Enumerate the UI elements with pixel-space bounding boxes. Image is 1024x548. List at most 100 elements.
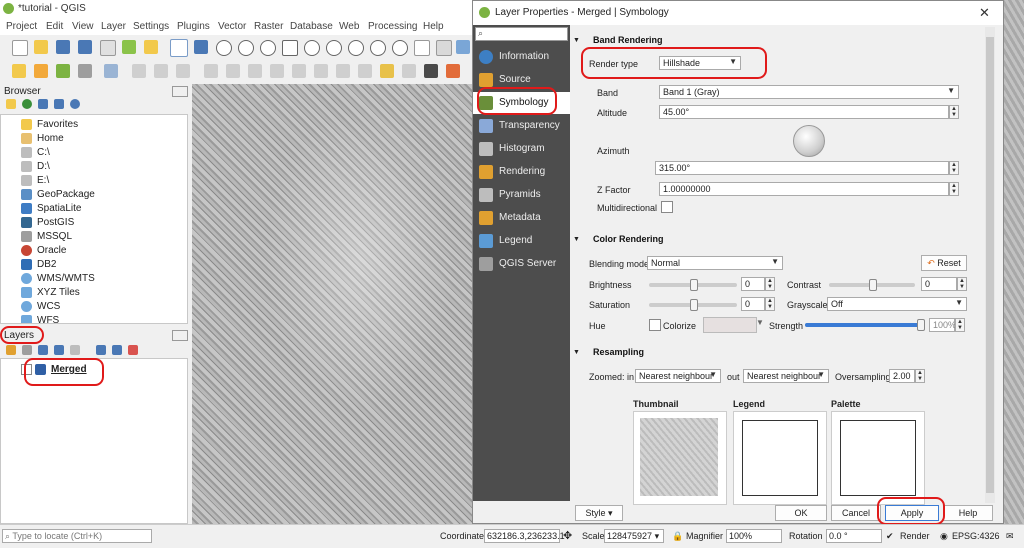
zfactor-input[interactable]: 1.00000000 (659, 182, 949, 196)
add-feature-icon[interactable] (176, 64, 190, 78)
save-as-icon[interactable] (78, 40, 92, 54)
coordinate-toggle-icon[interactable]: ✥ (563, 529, 572, 542)
menu-vector[interactable]: Vector (218, 21, 246, 32)
add-layer-icon[interactable] (34, 64, 48, 78)
new-layout-icon[interactable] (100, 40, 116, 56)
save-edits-icon[interactable] (154, 64, 168, 78)
move-feature-icon[interactable] (226, 64, 240, 78)
scrollbar-thumb[interactable] (986, 37, 994, 493)
azimuth-dial[interactable] (793, 125, 825, 157)
browser-item-wfs[interactable]: WFS (37, 315, 59, 323)
filter-expression-icon[interactable] (70, 345, 80, 355)
open-project-icon[interactable] (34, 40, 48, 54)
oversampling-spinner[interactable]: ▲ ▼ (915, 369, 925, 383)
sidebar-search-input[interactable]: ⌕ (475, 27, 568, 41)
content-scrollbar[interactable] (985, 27, 995, 503)
vector-layer-icon[interactable] (56, 64, 70, 78)
strength-input[interactable]: 100% (929, 318, 956, 332)
zoom-native-icon[interactable] (348, 40, 364, 56)
label-icon[interactable] (380, 64, 394, 78)
multidirectional-checkbox[interactable] (661, 201, 673, 213)
nav-metadata[interactable]: Metadata (473, 207, 570, 229)
nav-qgis-server[interactable]: QGIS Server (473, 253, 570, 275)
copy-icon[interactable] (292, 64, 306, 78)
collapse-all-layers-icon[interactable] (112, 345, 122, 355)
collapse-arrow-icon[interactable]: ▼ (573, 349, 580, 356)
browser-item-mssql[interactable]: MSSQL (37, 231, 72, 242)
layer-style-icon[interactable] (6, 345, 16, 355)
menu-edit[interactable]: Edit (46, 21, 63, 32)
menu-settings[interactable]: Settings (133, 21, 169, 32)
raster-calc-icon[interactable] (78, 64, 92, 78)
menu-help[interactable]: Help (423, 21, 444, 32)
saturation-slider[interactable] (649, 299, 737, 311)
cut-icon[interactable] (270, 64, 284, 78)
add-group-icon[interactable] (22, 345, 32, 355)
zoom-in-icon[interactable] (216, 40, 232, 56)
browser-item-oracle[interactable]: Oracle (37, 245, 66, 256)
blending-mode-select[interactable]: Normal ▼ (647, 256, 783, 270)
paste-icon[interactable] (314, 64, 328, 78)
brightness-input[interactable]: 0 (741, 277, 765, 291)
new-map-view-icon[interactable] (414, 40, 430, 56)
panel-float-icon[interactable] (172, 86, 188, 97)
collapse-all-icon[interactable] (54, 99, 64, 109)
strength-slider[interactable] (805, 319, 925, 331)
zoom-out-icon[interactable] (238, 40, 254, 56)
menu-web[interactable]: Web (339, 21, 359, 32)
help-button[interactable]: Help (943, 505, 993, 521)
refresh-browser-icon[interactable] (22, 99, 32, 109)
browser-item-xyz[interactable]: XYZ Tiles (37, 287, 80, 298)
render-label[interactable]: Render (900, 531, 930, 541)
pan-hand-icon[interactable] (170, 39, 188, 57)
menu-project[interactable]: Project (6, 21, 37, 32)
ok-button[interactable]: OK (775, 505, 827, 521)
zoom-selection-icon[interactable] (304, 40, 320, 56)
menu-processing[interactable]: Processing (368, 21, 417, 32)
altitude-input[interactable]: 45.00° (659, 105, 949, 119)
menu-raster[interactable]: Raster (254, 21, 283, 32)
new-project-icon[interactable] (12, 40, 28, 56)
saturation-spinner[interactable]: ▲ ▼ (765, 297, 775, 311)
zoomed-in-select[interactable]: Nearest neighbour ▼ (635, 369, 721, 383)
zoom-layer-icon[interactable] (326, 40, 342, 56)
brightness-slider-handle[interactable] (690, 279, 698, 291)
data-source-icon[interactable] (12, 64, 26, 78)
style-button[interactable]: Style ▾ (575, 505, 623, 521)
zoom-full-icon[interactable] (282, 40, 298, 56)
layer-visibility-icon[interactable] (38, 345, 48, 355)
info-icon[interactable] (70, 99, 80, 109)
reset-button[interactable]: ↶ Reset (921, 255, 967, 271)
temporal-icon[interactable] (436, 40, 452, 56)
chevron-down-icon[interactable]: ▼ (756, 318, 764, 327)
browser-item-db2[interactable]: DB2 (37, 259, 56, 270)
identify-icon[interactable] (104, 64, 118, 78)
strength-spinner[interactable]: ▲ ▼ (955, 318, 965, 332)
brightness-slider[interactable] (649, 279, 737, 291)
altitude-spinner[interactable]: ▲ ▼ (949, 105, 959, 119)
remove-layer-icon[interactable] (128, 345, 138, 355)
edit-pencil-icon[interactable] (132, 64, 146, 78)
nav-pyramids[interactable]: Pyramids (473, 184, 570, 206)
menu-database[interactable]: Database (290, 21, 333, 32)
azimuth-spinner[interactable]: ▲ ▼ (949, 161, 959, 175)
contrast-input[interactable]: 0 (921, 277, 957, 291)
collapse-arrow-icon[interactable]: ▼ (573, 236, 580, 243)
nav-information[interactable]: Information (473, 46, 570, 68)
colorize-checkbox[interactable] (649, 319, 661, 331)
expand-all-icon[interactable] (96, 345, 106, 355)
zoom-last-icon[interactable] (370, 40, 386, 56)
add-selected-icon[interactable] (6, 99, 16, 109)
save-project-icon[interactable] (56, 40, 70, 54)
menu-layer[interactable]: Layer (101, 21, 126, 32)
browser-item-e[interactable]: E:\ (37, 175, 49, 186)
colorize-color-button[interactable] (703, 317, 757, 333)
nav-legend[interactable]: Legend (473, 230, 570, 252)
azimuth-input[interactable]: 315.00° (655, 161, 949, 175)
close-icon[interactable]: ✕ (979, 5, 990, 21)
crs-label[interactable]: EPSG:4326 (952, 531, 1000, 541)
browser-item-geopackage[interactable]: GeoPackage (37, 189, 95, 200)
strength-slider-handle[interactable] (917, 319, 925, 331)
browser-item-wcs[interactable]: WCS (37, 301, 60, 312)
contrast-spinner[interactable]: ▲ ▼ (957, 277, 967, 291)
